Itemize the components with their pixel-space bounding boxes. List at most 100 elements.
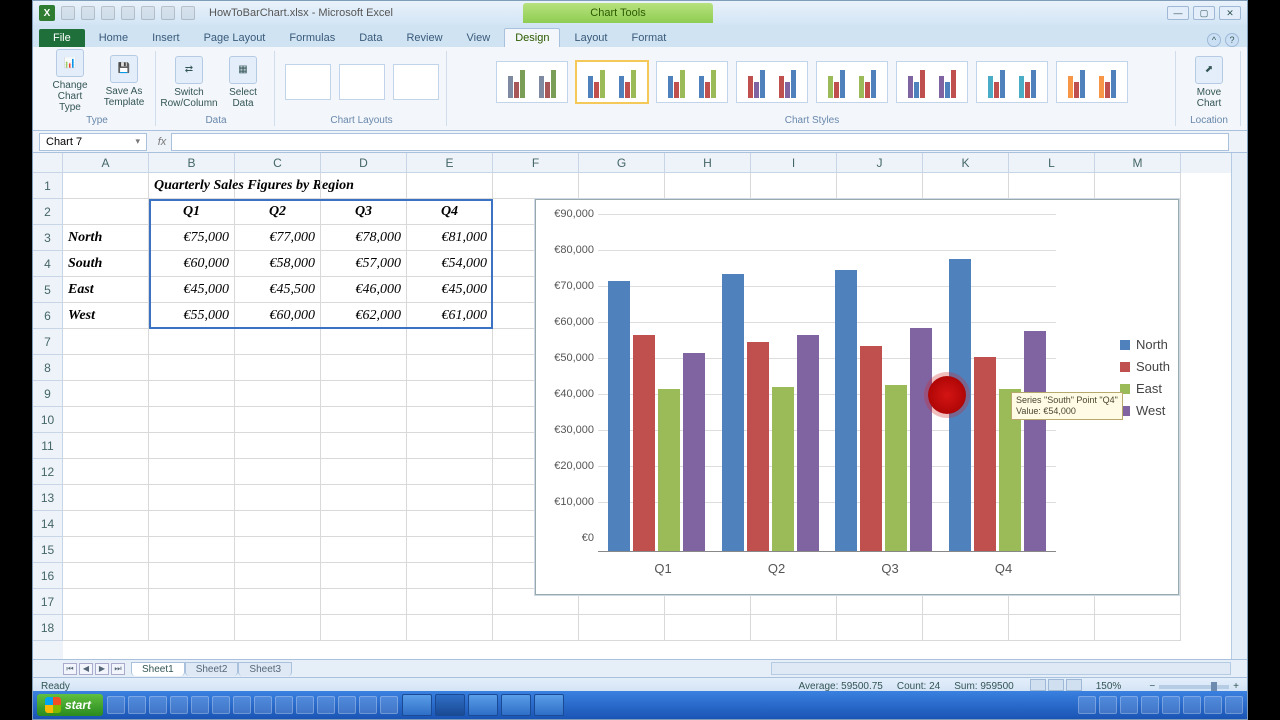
sheet-tab-1[interactable]: Sheet1 [131,662,185,676]
cell[interactable]: €54,000 [407,251,493,277]
cell[interactable] [235,329,321,355]
column-headers[interactable]: ABCDEFGHIJKLM [63,153,1231,173]
cell[interactable]: South [63,251,149,277]
cell[interactable] [63,199,149,225]
sheet-tab-3[interactable]: Sheet3 [238,662,292,676]
cell[interactable] [407,537,493,563]
cell[interactable] [149,511,235,537]
bar-East-Q1[interactable] [658,389,680,551]
quick-access-toolbar[interactable] [61,6,195,20]
vertical-scrollbar[interactable] [1231,153,1247,659]
sheet-nav-last[interactable]: ⏭ [111,663,125,675]
cell[interactable] [407,329,493,355]
row-header-11[interactable]: 11 [33,433,63,459]
col-header-M[interactable]: M [1095,153,1181,173]
embedded-chart[interactable]: €0€10,000€20,000€30,000€40,000€50,000€60… [535,199,1179,595]
cell[interactable] [407,407,493,433]
task-5[interactable] [534,694,564,716]
cell[interactable] [407,485,493,511]
row-header-16[interactable]: 16 [33,563,63,589]
cell[interactable]: €62,000 [321,303,407,329]
qat-redo-icon[interactable] [101,6,115,20]
col-header-G[interactable]: G [579,153,665,173]
tab-page-layout[interactable]: Page Layout [194,29,276,47]
cell[interactable] [751,615,837,641]
qat-print-icon[interactable] [121,6,135,20]
bar-West-Q2[interactable] [797,335,819,551]
row-header-18[interactable]: 18 [33,615,63,641]
legend-item-East[interactable]: East [1120,381,1170,396]
cell[interactable] [1009,173,1095,199]
cell[interactable] [321,615,407,641]
cell[interactable] [235,355,321,381]
legend-item-West[interactable]: West [1120,403,1170,418]
cell[interactable] [923,173,1009,199]
cell[interactable]: North [63,225,149,251]
cell[interactable] [235,485,321,511]
fx-icon[interactable]: fx [153,136,171,148]
col-header-F[interactable]: F [493,153,579,173]
cell[interactable] [235,615,321,641]
cell[interactable]: €75,000 [149,225,235,251]
cell[interactable] [407,563,493,589]
sheet-nav-prev[interactable]: ◀ [79,663,93,675]
row-header-1[interactable]: 1 [33,173,63,199]
cell[interactable] [63,329,149,355]
chart-layouts-gallery[interactable] [285,51,439,113]
name-box[interactable]: Chart 7 [39,133,147,151]
cell[interactable] [321,433,407,459]
cell[interactable] [493,173,579,199]
tab-format[interactable]: Format [621,29,676,47]
cell[interactable] [321,381,407,407]
cell[interactable]: €78,000 [321,225,407,251]
close-button[interactable]: ✕ [1219,6,1241,20]
quick-launch[interactable] [107,696,398,714]
chart-style-7[interactable] [976,61,1048,103]
start-button[interactable]: start [37,694,103,716]
qat-undo-icon[interactable] [81,6,95,20]
cell[interactable] [665,173,751,199]
cell[interactable] [63,563,149,589]
task-buttons[interactable] [402,694,564,716]
qat-save-icon[interactable] [61,6,75,20]
cell[interactable] [321,355,407,381]
cell[interactable] [493,615,579,641]
tab-formulas[interactable]: Formulas [279,29,345,47]
row-header-8[interactable]: 8 [33,355,63,381]
cell[interactable]: €60,000 [149,251,235,277]
col-header-L[interactable]: L [1009,153,1095,173]
cell[interactable] [63,407,149,433]
row-header-3[interactable]: 3 [33,225,63,251]
bar-South-Q2[interactable] [747,342,769,551]
cell[interactable] [923,615,1009,641]
cell[interactable]: West [63,303,149,329]
cell[interactable] [235,381,321,407]
cell[interactable] [149,485,235,511]
col-header-K[interactable]: K [923,153,1009,173]
col-header-I[interactable]: I [751,153,837,173]
cell[interactable] [235,459,321,485]
bar-West-Q1[interactable] [683,353,705,551]
row-header-2[interactable]: 2 [33,199,63,225]
cell[interactable]: Q1 [149,199,235,225]
tab-data[interactable]: Data [349,29,392,47]
cell[interactable]: €60,000 [235,303,321,329]
maximize-button[interactable]: ▢ [1193,6,1215,20]
row-header-6[interactable]: 6 [33,303,63,329]
cell[interactable] [321,173,407,199]
cell[interactable] [321,459,407,485]
bar-South-Q3[interactable] [860,346,882,551]
bar-group-Q3[interactable] [835,270,932,551]
cell[interactable] [149,459,235,485]
cell[interactable] [149,433,235,459]
cell[interactable] [1095,615,1181,641]
cell[interactable] [235,511,321,537]
cell[interactable] [407,433,493,459]
chart-style-2[interactable] [576,61,648,103]
cell[interactable] [321,485,407,511]
cell[interactable] [407,355,493,381]
cell[interactable]: €57,000 [321,251,407,277]
windows-taskbar[interactable]: start [33,691,1247,719]
row-header-15[interactable]: 15 [33,537,63,563]
chart-style-5[interactable] [816,61,888,103]
